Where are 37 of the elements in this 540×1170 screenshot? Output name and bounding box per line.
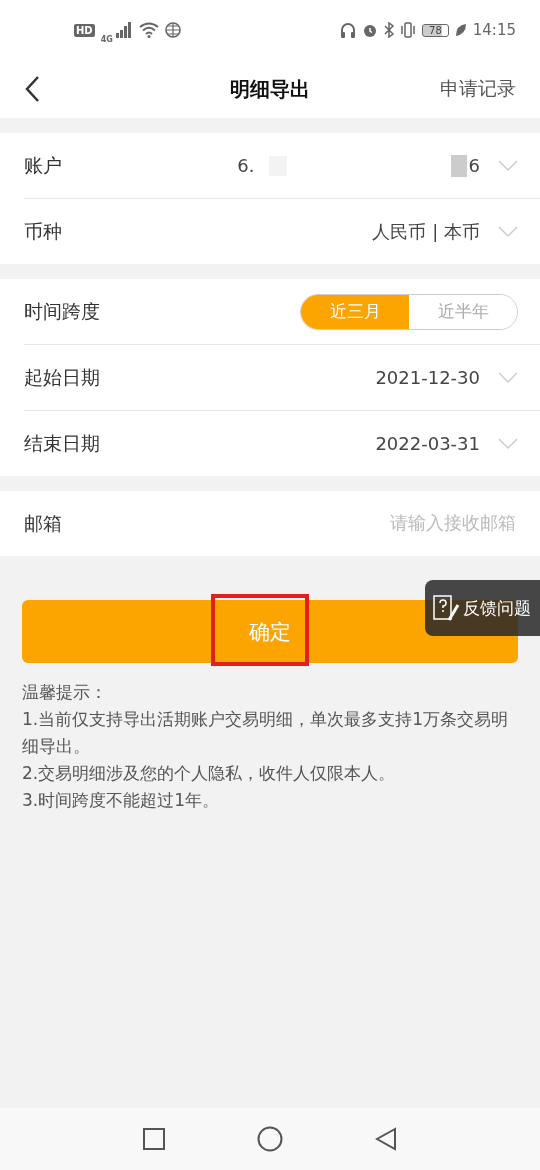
field-label: 币种 [24, 218, 62, 244]
recent-apps-icon[interactable] [143, 1128, 165, 1150]
tip-text: 2.交易明细涉及您的个人隐私，收件人仅限本人。 [22, 762, 397, 785]
email-field[interactable]: 请输入接收邮箱 [274, 512, 518, 535]
account-number: 6 [468, 155, 480, 176]
field-label: 邮箱 [24, 510, 62, 536]
mask-block [450, 154, 467, 177]
tip-text: 1.当前仅支持导出活期账户交易明细，单次最多支持1万条交易明细导出。 [22, 708, 510, 758]
signal-icon [114, 22, 133, 38]
field-label: 结束日期 [24, 430, 100, 456]
clock-time: 14:15 [472, 21, 516, 39]
tip-text: 温馨提示： [22, 681, 108, 704]
note-pen-icon [431, 593, 461, 623]
wifi-icon [138, 22, 159, 38]
field-label: 时间跨度 [24, 298, 100, 324]
hd-indicator: HD [74, 23, 95, 37]
alarm-icon [362, 22, 379, 38]
field-label: 起始日期 [24, 364, 100, 390]
home-icon[interactable] [257, 1126, 283, 1152]
records-link[interactable]: 申请记录 [440, 76, 516, 102]
field-label: 账户 [24, 152, 62, 178]
bluetooth-icon [384, 22, 395, 38]
globe-icon [164, 22, 181, 38]
back-nav-icon[interactable] [375, 1127, 397, 1151]
feedback-button[interactable]: 反馈问题 [425, 580, 540, 636]
vibrate-icon [400, 22, 417, 38]
page-title: 明细导出 [230, 75, 310, 103]
date-value[interactable]: 2022-03-31 [375, 433, 480, 454]
battery-icon: 78 [422, 23, 449, 37]
tip-text: 3.时间跨度不能超过1年。 [22, 789, 221, 812]
leaf-icon [454, 23, 467, 37]
account-number: 6. [237, 155, 255, 176]
select-value[interactable]: 人民币 | 本币 [372, 219, 480, 244]
network-type: 4G [100, 34, 113, 44]
headphones-icon [340, 22, 357, 38]
date-value[interactable]: 2021-12-30 [375, 367, 480, 388]
back-icon[interactable] [24, 75, 40, 103]
